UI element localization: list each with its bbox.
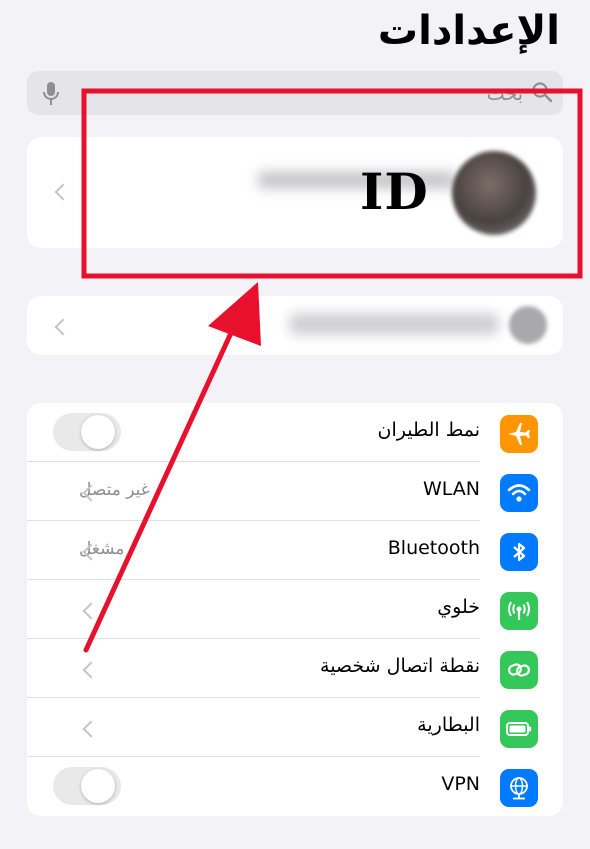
settings-row-label: نمط الطيران — [377, 419, 480, 441]
settings-row-cellular[interactable]: خلوي — [27, 580, 563, 639]
apple-account-card[interactable] — [27, 137, 563, 248]
page-title: الإعدادات — [377, 8, 560, 54]
vpn-toggle[interactable] — [53, 767, 121, 805]
chevron-left-icon — [54, 318, 72, 336]
chevron-left-icon — [82, 661, 100, 679]
account-suggestion-card[interactable] — [27, 296, 563, 355]
settings-list: نمط الطيران WLAN غير متصل Bluetooth مشغل — [27, 403, 563, 816]
microphone-icon[interactable] — [41, 81, 61, 107]
settings-row-label: خلوي — [437, 596, 480, 618]
settings-row-label: البطارية — [417, 714, 480, 736]
airplane-mode-toggle[interactable] — [53, 413, 121, 451]
avatar — [452, 151, 536, 235]
battery-icon — [500, 710, 538, 748]
search-icon — [532, 82, 553, 103]
settings-row-label: Bluetooth — [387, 537, 480, 559]
wifi-icon — [500, 474, 538, 512]
settings-row-battery[interactable]: البطارية — [27, 698, 563, 757]
link-chain-icon — [500, 651, 538, 689]
suggestion-text-blurred — [289, 313, 499, 335]
search-input[interactable] — [101, 80, 525, 108]
airplane-icon — [500, 415, 538, 453]
chevron-left-icon — [82, 720, 100, 738]
chevron-left-icon — [54, 183, 72, 201]
search-bar[interactable] — [27, 71, 563, 115]
settings-row-bluetooth[interactable]: Bluetooth مشغل — [27, 521, 563, 580]
suggestion-icon-blurred — [509, 306, 547, 344]
settings-row-airplane-mode[interactable]: نمط الطيران — [27, 403, 563, 462]
id-badge-text: ID — [360, 162, 429, 221]
settings-row-label: WLAN — [422, 478, 480, 500]
settings-row-personal-hotspot[interactable]: نقطة اتصال شخصية — [27, 639, 563, 698]
chevron-left-icon — [82, 602, 100, 620]
bluetooth-icon — [500, 533, 538, 571]
globe-network-icon — [500, 769, 538, 807]
settings-row-wlan[interactable]: WLAN غير متصل — [27, 462, 563, 521]
settings-row-label: VPN — [441, 773, 480, 795]
settings-row-vpn[interactable]: VPN — [27, 757, 563, 816]
cellular-antenna-icon — [500, 592, 538, 630]
settings-row-label: نقطة اتصال شخصية — [320, 655, 480, 677]
